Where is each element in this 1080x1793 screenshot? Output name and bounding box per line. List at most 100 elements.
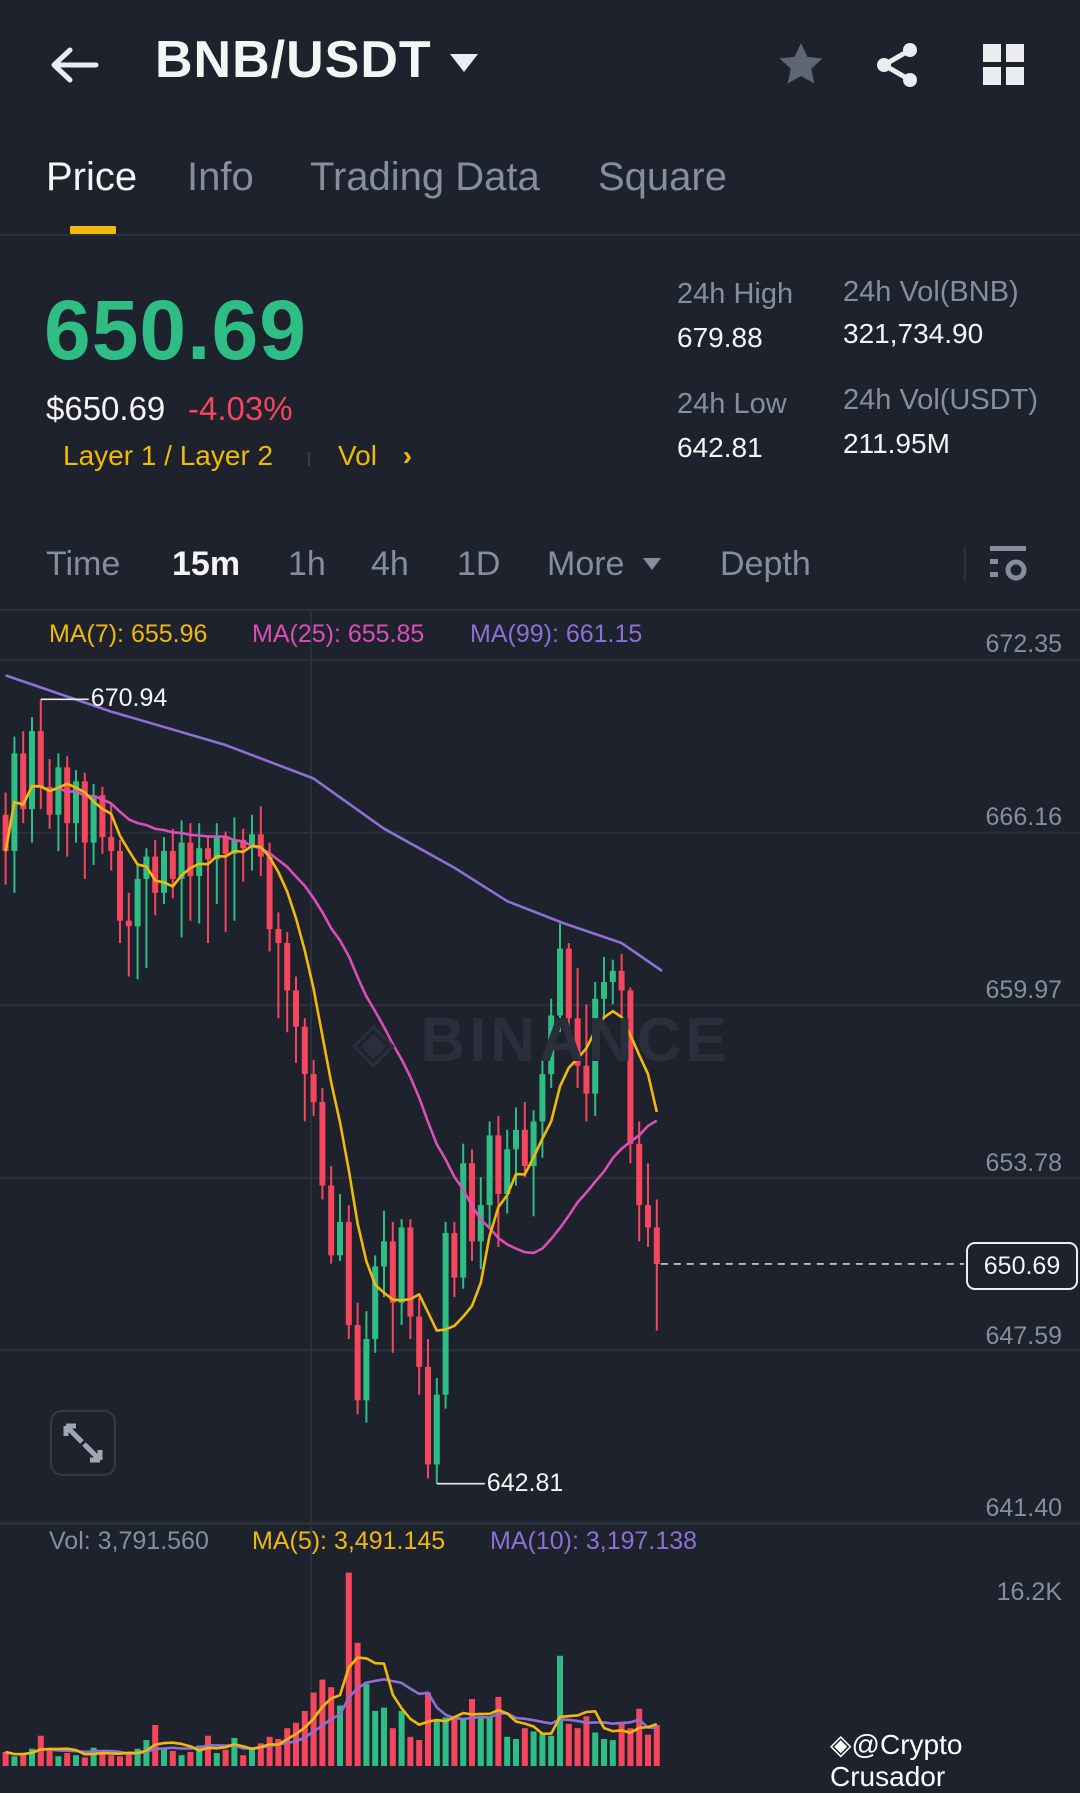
candle-body [37, 731, 44, 787]
candle-body [196, 848, 203, 877]
volume-bar [407, 1736, 414, 1766]
candle-body [284, 943, 291, 991]
volume-bar [372, 1710, 379, 1766]
candle-body [609, 970, 616, 983]
volume-bar [486, 1717, 493, 1766]
candle-body [117, 851, 123, 921]
candle-body [134, 878, 141, 927]
candle-body [337, 1221, 343, 1256]
candle-body [328, 1185, 335, 1256]
volume-ma10-legend: MA(10): 3,197.138 [490, 1527, 698, 1555]
volume-bar [433, 1719, 440, 1766]
candle-body [486, 1135, 493, 1206]
candle-body [521, 1129, 528, 1167]
candle-body [301, 1026, 308, 1075]
candle-body [319, 1101, 326, 1186]
low-marker-label: 642.81 [486, 1468, 564, 1497]
candle-body [363, 1338, 370, 1401]
candle-body [169, 851, 176, 879]
y-tick-label: 659.97 [985, 976, 1062, 1004]
current-price-label: 650.69 [966, 1242, 1078, 1290]
candlestick-chart[interactable] [0, 0, 1080, 1769]
candle-body [495, 1135, 502, 1194]
candle-body [645, 1205, 651, 1228]
volume-bar [64, 1753, 71, 1766]
volume-bar [548, 1735, 555, 1766]
volume-bar [213, 1753, 220, 1766]
volume-bar [521, 1728, 528, 1766]
volume-bar [504, 1736, 511, 1766]
volume-bar [513, 1738, 519, 1766]
credit-watermark: ◈@Crypto Crusador [830, 1728, 1080, 1793]
volume-bar [557, 1655, 563, 1766]
volume-bar [363, 1683, 370, 1766]
ma7-legend: MA(7): 655.96 [49, 620, 208, 648]
volume-bar [398, 1710, 405, 1766]
volume-bar [11, 1756, 18, 1766]
volume-bar [249, 1748, 255, 1766]
volume-bar [477, 1717, 484, 1766]
volume-bar [46, 1749, 53, 1766]
volume-bar [609, 1740, 616, 1766]
y-tick-label: 647.59 [985, 1322, 1062, 1350]
candle-body [29, 731, 35, 810]
volume-bar [222, 1749, 229, 1766]
volume-ma5-legend: MA(5): 3,491.145 [252, 1527, 446, 1555]
ma99-legend: MA(99): 661.15 [470, 620, 643, 648]
volume-bar [187, 1751, 194, 1766]
candle-body [433, 1394, 440, 1465]
binance-logo-icon: ◈ [830, 1729, 852, 1760]
volume-bar [205, 1735, 211, 1766]
high-marker-label: 670.94 [90, 684, 168, 713]
y-tick-label: 666.16 [985, 803, 1062, 831]
volume-bar [169, 1750, 176, 1766]
candle-body [636, 1143, 643, 1206]
volume-bar [2, 1751, 9, 1766]
ma25-legend: MA(25): 655.85 [252, 620, 425, 648]
volume-bar [469, 1699, 475, 1766]
candle-body [442, 1233, 449, 1395]
volume-bar [266, 1736, 273, 1766]
volume-bar [574, 1728, 581, 1766]
candle-body [416, 1316, 423, 1367]
fullscreen-button[interactable] [50, 1410, 116, 1476]
candle-body [64, 767, 71, 824]
candle-body [407, 1227, 414, 1317]
volume-bar [389, 1728, 396, 1766]
watermark-text: BINANCE [420, 1006, 731, 1075]
volume-bar [73, 1755, 79, 1766]
candle-body [205, 848, 211, 860]
candle-body [108, 837, 115, 852]
candle-body [425, 1366, 431, 1465]
volume-bar [460, 1719, 467, 1766]
volume-bar [645, 1734, 651, 1766]
candle-body [152, 856, 159, 893]
y-tick-label: 672.35 [985, 630, 1062, 658]
candle-body [653, 1227, 660, 1264]
candle-body [354, 1325, 361, 1401]
candle-body [310, 1074, 317, 1102]
candle-body [389, 1241, 396, 1303]
volume-bar [81, 1757, 88, 1766]
volume-bar [601, 1738, 607, 1766]
candle-body [161, 851, 167, 893]
volume-bar [231, 1737, 238, 1766]
candle-body [460, 1163, 467, 1278]
candle-body [618, 970, 625, 991]
volume-bar [653, 1725, 660, 1766]
volume-bar [530, 1731, 537, 1766]
volume-bar [178, 1755, 185, 1766]
candle-body [275, 929, 282, 944]
volume-bar [293, 1722, 299, 1766]
volume-bar [592, 1732, 599, 1766]
candle-body [513, 1129, 519, 1150]
candle-body [266, 856, 273, 930]
volume-bar [539, 1733, 546, 1766]
candle-body [539, 1074, 546, 1122]
candle-body [398, 1227, 405, 1303]
volume-bar [451, 1716, 458, 1766]
volume-y-tick: 16.2K [996, 1578, 1062, 1606]
y-tick-label: 641.40 [985, 1494, 1062, 1522]
binance-logo-icon: ◈ [352, 1010, 400, 1073]
candle-body [55, 767, 62, 815]
